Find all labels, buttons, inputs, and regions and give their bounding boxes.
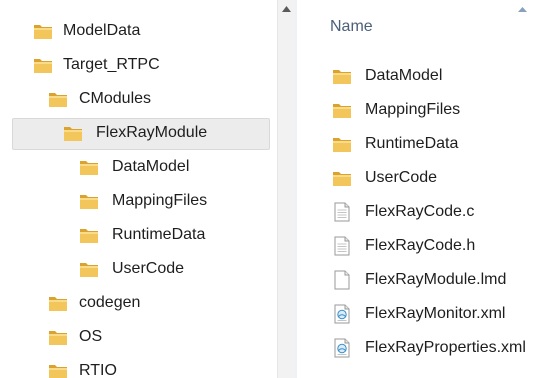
folder-icon [48,362,68,378]
tree-item-datamodel[interactable]: DataModel [0,150,277,184]
tree-item-runtimedata[interactable]: RuntimeData [0,218,277,252]
folder-icon [48,90,68,108]
folder-icon [79,260,99,278]
tree-item-label: ModelData [63,22,141,39]
tree-item-target-rtpc[interactable]: Target_RTPC [0,48,277,82]
file-name: FlexRayMonitor.xml [365,305,506,322]
sort-ascending-icon [518,7,527,12]
tree-item-codegen[interactable]: codegen [0,286,277,320]
tree-item-label: RTIO [79,362,117,378]
navigation-pane: ModelData Target_RTPC CModules FlexRayMo… [0,0,277,378]
tree-item-label: FlexRayModule [96,124,208,141]
tree-item-usercode[interactable]: UserCode [0,252,277,286]
folder-icon [48,294,68,312]
chevron-up-icon [282,5,291,12]
tree-item-label: codegen [79,294,141,311]
file-name: DataModel [365,67,443,84]
folder-icon [63,124,83,142]
file-item-flexraycode-c[interactable]: FlexRayCode.c [297,194,556,228]
file-item-runtimedata[interactable]: RuntimeData [297,126,556,160]
text-file-icon [332,202,352,222]
xml-file-icon [332,338,352,358]
file-name: FlexRayCode.c [365,203,475,220]
tree-item-label: MappingFiles [112,192,208,209]
file-item-flexrayproperties-xml[interactable]: FlexRayProperties.xml [297,330,556,364]
file-item-flexraymonitor-xml[interactable]: FlexRayMonitor.xml [297,296,556,330]
file-item-usercode[interactable]: UserCode [297,160,556,194]
name-column-header[interactable]: Name [330,18,373,36]
tree-item-label: UserCode [112,260,185,277]
file-name: MappingFiles [365,101,461,118]
tree-item-label: RuntimeData [112,226,206,243]
file-name: FlexRayModule.lmd [365,271,507,288]
vertical-scrollbar[interactable] [277,0,295,378]
file-name: FlexRayCode.h [365,237,476,254]
tree-item-mappingfiles[interactable]: MappingFiles [0,184,277,218]
folder-icon [33,22,53,40]
file-item-datamodel[interactable]: DataModel [297,58,556,92]
tree-item-label: Target_RTPC [63,56,160,73]
file-list-pane: Name DataModel MappingFiles RuntimeData … [297,0,556,378]
folder-icon [332,134,352,154]
file-item-mappingfiles[interactable]: MappingFiles [297,92,556,126]
tree-item-label: DataModel [112,158,190,175]
folder-icon [79,226,99,244]
folder-icon [332,66,352,86]
xml-file-icon [332,304,352,324]
file-name: UserCode [365,169,438,186]
blank-file-icon [332,270,352,290]
tree-item-flexraymodule[interactable]: FlexRayModule [0,116,277,150]
file-name: FlexRayProperties.xml [365,339,526,356]
folder-icon [332,168,352,188]
folder-icon [48,328,68,346]
file-item-flexraycode-h[interactable]: FlexRayCode.h [297,228,556,262]
tree-item-cmodules[interactable]: CModules [0,82,277,116]
scroll-up-button[interactable] [278,0,295,17]
text-file-icon [332,236,352,256]
folder-icon [79,158,99,176]
tree-item-label: CModules [79,90,152,107]
file-name: RuntimeData [365,135,459,152]
tree-item-os[interactable]: OS [0,320,277,354]
folder-icon [332,100,352,120]
tree-item-rtio[interactable]: RTIO [0,354,277,378]
folder-icon [79,192,99,210]
tree-item-label: OS [79,328,103,345]
file-item-flexraymodule-lmd[interactable]: FlexRayModule.lmd [297,262,556,296]
tree-item-modeldata[interactable]: ModelData [0,14,277,48]
folder-icon [33,56,53,74]
